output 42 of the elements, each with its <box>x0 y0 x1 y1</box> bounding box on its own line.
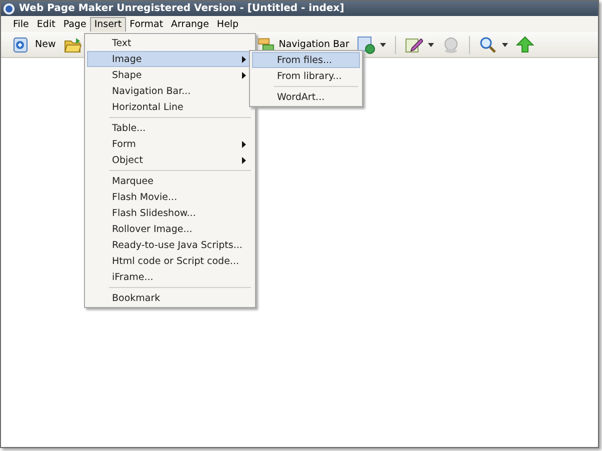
menu-bar-item[interactable]: Edit <box>32 16 60 32</box>
menu-item[interactable]: Object <box>87 152 253 168</box>
menu-bar-item[interactable]: Page <box>59 16 90 32</box>
menu-item[interactable]: Horizontal Line <box>87 99 253 115</box>
menu-item[interactable]: From library... <box>252 68 360 84</box>
menu-item[interactable]: Form <box>87 136 253 152</box>
image-icon <box>357 36 376 54</box>
dropdown-caret-icon <box>502 42 508 46</box>
submenu-arrow-icon <box>242 140 246 148</box>
menu-item[interactable]: Marquee <box>87 173 253 189</box>
navigation-bar-icon <box>258 38 274 51</box>
toolbar-button[interactable]: New <box>9 34 59 56</box>
toolbar-button[interactable]: Navigation Bar <box>254 36 352 53</box>
pencil-icon <box>405 36 424 54</box>
menu-bar-item[interactable]: Format <box>126 16 168 32</box>
menu-bar-item[interactable]: Arrange <box>167 16 213 32</box>
submenu-arrow-icon <box>242 72 246 78</box>
menu-item[interactable]: Rollover Image... <box>87 221 253 237</box>
menu-item[interactable]: Navigation Bar... <box>87 83 253 99</box>
menu-item[interactable]: iFrame... <box>87 269 253 285</box>
menu-item[interactable]: From files... <box>252 52 360 68</box>
dropdown-caret-icon <box>380 42 386 46</box>
menu-bar-item[interactable]: File <box>9 16 33 32</box>
dropdown-caret-icon <box>428 42 434 46</box>
menu-item[interactable]: Flash Movie... <box>87 189 253 205</box>
menu-item[interactable]: Ready-to-use Java Scripts... <box>87 237 253 253</box>
menu-item[interactable]: Shape <box>87 67 253 83</box>
menu-item[interactable]: Flash Slideshow... <box>87 205 253 221</box>
menu-item[interactable]: Text <box>87 35 253 51</box>
menu-bar-item[interactable]: Insert <box>90 16 126 32</box>
zoom-icon <box>479 36 498 54</box>
menu-bar-item[interactable]: Help <box>212 16 243 32</box>
submenu-arrow-icon <box>242 56 246 62</box>
menu-item[interactable]: Bookmark <box>87 290 253 306</box>
up-arrow-icon <box>516 36 534 54</box>
menu-item[interactable]: Table... <box>87 120 253 136</box>
window-title: Web Page Maker Unregistered Version - [Untitled - index] <box>19 3 344 14</box>
folder-icon <box>64 36 82 54</box>
menu-item[interactable]: Html code or Script code... <box>87 253 253 269</box>
menu-item[interactable]: WordArt... <box>252 89 360 105</box>
submenu-arrow-icon <box>242 156 246 164</box>
new-page-icon <box>12 36 30 54</box>
